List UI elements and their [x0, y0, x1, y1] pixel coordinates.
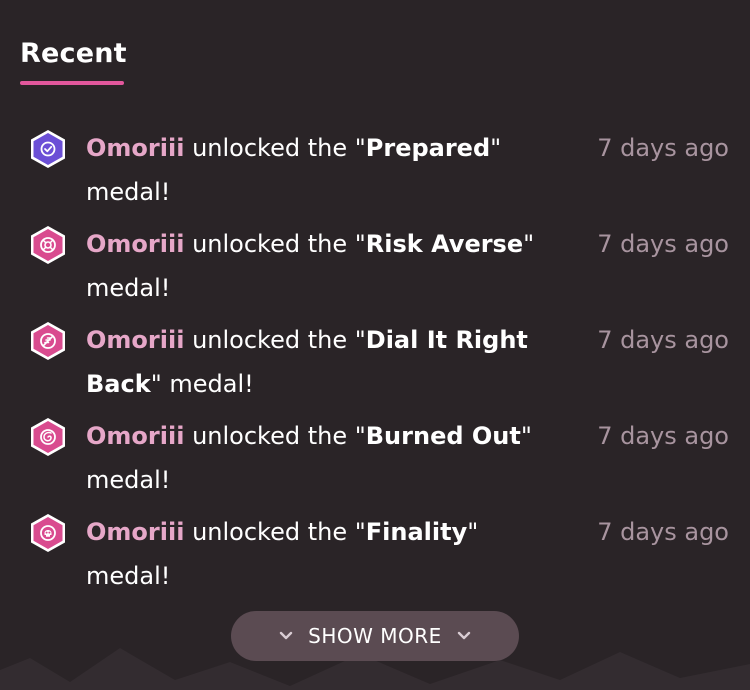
activity-text: Omoriii unlocked the "Prepared" medal! [86, 126, 556, 214]
show-more-button[interactable]: SHOW MORE [231, 611, 519, 661]
username-link[interactable]: Omoriii [86, 518, 184, 546]
timestamp: 7 days ago [597, 422, 729, 450]
activity-text: Omoriii unlocked the "Risk Averse" medal… [86, 222, 556, 310]
username-link[interactable]: Omoriii [86, 422, 184, 450]
activity-item: Omoriii unlocked the "Dial It Right Back… [0, 318, 750, 414]
page: { "section_title": "Recent", "items": [ … [0, 0, 750, 690]
medal-name[interactable]: Burned Out [366, 422, 521, 450]
timestamp: 7 days ago [597, 230, 729, 258]
activity-pre-text: unlocked the " [192, 422, 366, 450]
activity-text: Omoriii unlocked the "Burned Out" medal! [86, 414, 556, 502]
username-link[interactable]: Omoriii [86, 230, 184, 258]
activity-pre-text: unlocked the " [192, 326, 366, 354]
section-title: Recent [20, 38, 127, 69]
username-link[interactable]: Omoriii [86, 134, 184, 162]
activity-feed: Omoriii unlocked the "Prepared" medal! 7… [0, 126, 750, 606]
timestamp: 7 days ago [597, 134, 729, 162]
activity-pre-text: unlocked the " [192, 134, 366, 162]
medal-badge-icon[interactable] [29, 417, 67, 457]
activity-text: Omoriii unlocked the "Finality" medal! [86, 510, 556, 598]
activity-post-text: " medal! [150, 370, 254, 398]
medal-badge-icon[interactable] [29, 513, 67, 553]
activity-pre-text: unlocked the " [192, 230, 366, 258]
medal-badge-icon[interactable] [29, 321, 67, 361]
medal-name[interactable]: Finality [366, 518, 467, 546]
activity-text: Omoriii unlocked the "Dial It Right Back… [86, 318, 556, 406]
medal-name[interactable]: Risk Averse [366, 230, 523, 258]
activity-item: Omoriii unlocked the "Prepared" medal! 7… [0, 126, 750, 222]
recent-section-header: Recent [20, 36, 127, 85]
activity-item: Omoriii unlocked the "Burned Out" medal!… [0, 414, 750, 510]
activity-item: Omoriii unlocked the "Finality" medal! 7… [0, 510, 750, 606]
chevron-down-icon [456, 630, 472, 642]
activity-pre-text: unlocked the " [192, 518, 366, 546]
show-more-label: SHOW MORE [308, 624, 442, 648]
username-link[interactable]: Omoriii [86, 326, 184, 354]
medal-name[interactable]: Prepared [366, 134, 490, 162]
activity-item: Omoriii unlocked the "Risk Averse" medal… [0, 222, 750, 318]
chevron-down-icon [278, 630, 294, 642]
medal-badge-icon[interactable] [29, 225, 67, 265]
medal-badge-icon[interactable] [29, 129, 67, 169]
section-title-underline [20, 81, 124, 85]
timestamp: 7 days ago [597, 326, 729, 354]
timestamp: 7 days ago [597, 518, 729, 546]
